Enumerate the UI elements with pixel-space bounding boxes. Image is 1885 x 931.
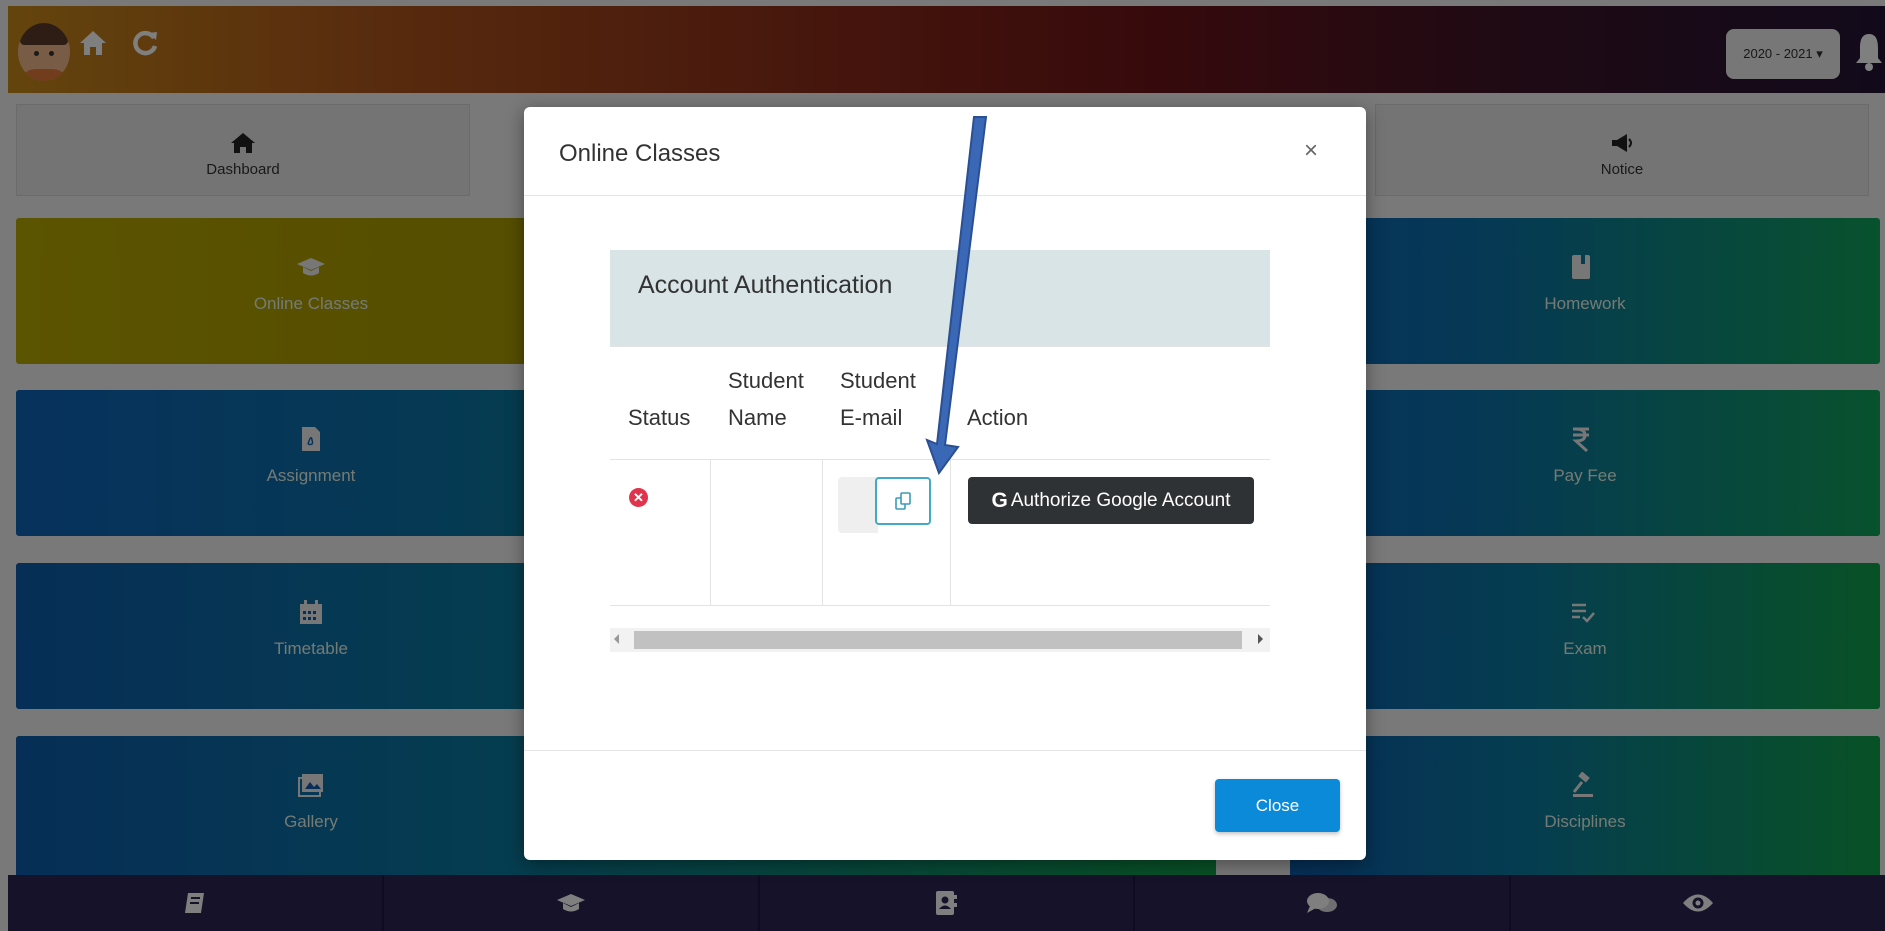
- close-button[interactable]: Close: [1215, 779, 1340, 832]
- google-g-icon: G: [991, 488, 1008, 512]
- column-status: Status: [628, 405, 691, 430]
- divider: [524, 750, 1366, 751]
- scroll-right-arrow[interactable]: [1258, 634, 1263, 644]
- divider: [710, 459, 711, 606]
- authorize-google-account-button[interactable]: G Authorize Google Account: [968, 477, 1254, 524]
- column-student-email: Student E-mail: [840, 368, 916, 430]
- card-title: Account Authentication: [638, 271, 893, 299]
- button-label: Authorize Google Account: [1010, 489, 1231, 511]
- divider: [950, 459, 951, 606]
- scroll-left-arrow[interactable]: [614, 634, 619, 644]
- auth-table: Status Student Name Student E-mail Actio…: [610, 346, 1270, 606]
- card-header: Account Authentication: [610, 250, 1270, 346]
- column-action: Action: [967, 405, 1029, 430]
- scrollbar-thumb[interactable]: [634, 631, 1242, 649]
- horizontal-scrollbar[interactable]: [610, 628, 1270, 652]
- modal-title: Online Classes: [559, 140, 721, 167]
- divider: [610, 605, 1270, 606]
- modal-close-x[interactable]: ×: [1304, 137, 1318, 165]
- divider: [822, 459, 823, 606]
- error-icon: ✕: [629, 488, 648, 507]
- app-screen: 2020 - 2021 ▾ Dashboard Notice Online Cl…: [0, 0, 1885, 931]
- divider: [610, 459, 1270, 460]
- student-email-field[interactable]: [838, 477, 878, 533]
- column-student-name: Student Name: [728, 368, 804, 430]
- copy-email-button[interactable]: [875, 477, 931, 525]
- copy-icon: [895, 492, 911, 510]
- online-classes-modal: Online Classes × Account Authentication …: [524, 107, 1366, 860]
- divider: [524, 195, 1366, 196]
